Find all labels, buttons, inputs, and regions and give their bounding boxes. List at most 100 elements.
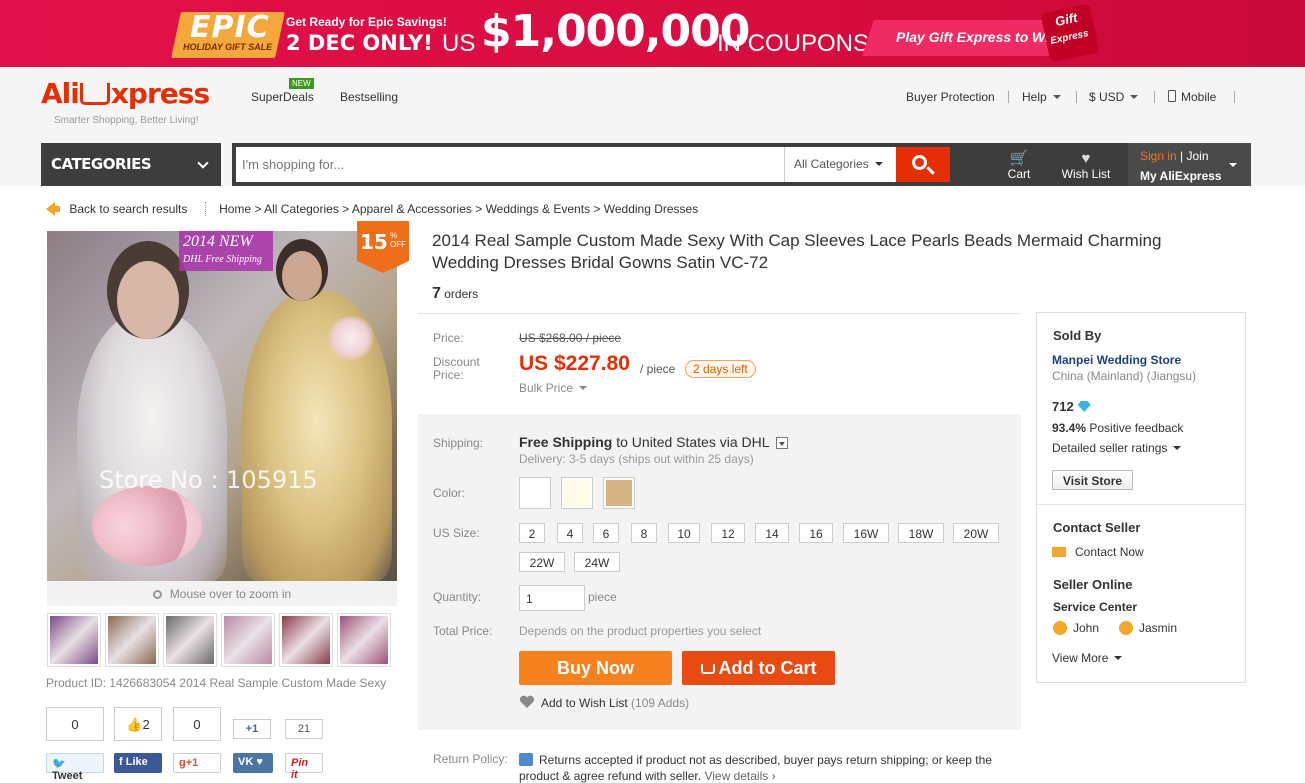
bulk-price-label: Bulk Price bbox=[519, 381, 574, 395]
like-count-value: 2 bbox=[142, 717, 150, 732]
seller-online-title: Seller Online bbox=[1053, 577, 1133, 592]
thumbnail-fill bbox=[224, 616, 272, 664]
diamond-icon bbox=[1077, 401, 1091, 412]
mobile-link[interactable]: Mobile bbox=[1168, 90, 1216, 104]
divider bbox=[1037, 504, 1245, 505]
view-details-link[interactable]: View details › bbox=[704, 769, 775, 783]
shipping-dropdown-icon[interactable] bbox=[775, 437, 788, 449]
size-option[interactable]: 12 bbox=[711, 523, 745, 543]
thumbnail-image[interactable] bbox=[105, 613, 159, 667]
size-option[interactable]: 10 bbox=[668, 523, 700, 543]
contact-now-link[interactable]: Contact Now bbox=[1052, 545, 1144, 559]
thumbnail-image[interactable] bbox=[337, 613, 391, 667]
facebook-icon: f bbox=[119, 756, 123, 768]
nav-bestselling[interactable]: Bestselling bbox=[340, 90, 398, 104]
currency-menu[interactable]: $ USD bbox=[1089, 90, 1139, 104]
search-category-select[interactable]: All Categories bbox=[784, 147, 896, 182]
gplus-button[interactable]: g+1 bbox=[173, 753, 221, 773]
size-option[interactable]: 14 bbox=[755, 523, 789, 543]
sign-in-link[interactable]: Sign in | Join bbox=[1140, 149, 1209, 163]
site-header: Ali xpress Smarter Shopping, Better Livin… bbox=[0, 67, 1305, 186]
like-button[interactable]: f Like bbox=[114, 753, 162, 773]
quantity-unit: piece bbox=[588, 590, 617, 604]
size-option[interactable]: 18W bbox=[898, 523, 944, 543]
categories-button[interactable]: CATEGORIES bbox=[41, 143, 221, 186]
seller-ratings-toggle[interactable]: Detailed seller ratings bbox=[1052, 441, 1182, 455]
vk-label: VK bbox=[238, 756, 254, 768]
product-title: 2014 Real Sample Custom Made Sexy With C… bbox=[432, 231, 1162, 272]
image-figure bbox=[282, 251, 322, 301]
breadcrumb-divider bbox=[204, 202, 206, 216]
agent-link[interactable]: John bbox=[1053, 621, 1099, 635]
size-option[interactable]: 22W bbox=[519, 552, 565, 572]
add-to-wishlist[interactable]: Add to Wish List (109 Adds) bbox=[519, 695, 689, 710]
quantity-input[interactable]: 1 bbox=[519, 585, 585, 611]
color-swatch[interactable] bbox=[519, 477, 551, 509]
color-swatch[interactable] bbox=[561, 477, 593, 509]
twitter-share[interactable]: 0 🐦 Tweet bbox=[46, 707, 104, 782]
buyer-protection-link[interactable]: Buyer Protection bbox=[906, 90, 995, 104]
ship-to-label: to United States via DHL bbox=[612, 434, 770, 450]
buy-now-button[interactable]: Buy Now bbox=[519, 651, 672, 685]
chevron-down-icon bbox=[1114, 656, 1123, 660]
contact-now-label: Contact Now bbox=[1075, 545, 1144, 559]
sign-in-label: Sign in bbox=[1140, 149, 1177, 163]
color-swatch-fill bbox=[606, 480, 632, 506]
bulk-price-toggle[interactable]: Bulk Price bbox=[519, 381, 588, 395]
add-to-cart-button[interactable]: Add to Cart bbox=[682, 651, 835, 685]
aliexpress-logo[interactable]: Ali xpress bbox=[41, 77, 210, 110]
facebook-share[interactable]: 👍2 f Like bbox=[114, 707, 162, 773]
thumbnail-fill bbox=[340, 616, 388, 664]
visit-store-button[interactable]: Visit Store bbox=[1052, 470, 1133, 490]
color-swatch[interactable] bbox=[603, 477, 635, 509]
join-label: | Join bbox=[1176, 149, 1209, 163]
size-option[interactable]: 16 bbox=[799, 523, 833, 543]
tweet-button[interactable]: 🐦 Tweet bbox=[46, 753, 104, 782]
search-button[interactable] bbox=[896, 147, 950, 182]
thumbnail-image[interactable] bbox=[47, 613, 101, 667]
nav-superdeals[interactable]: SuperDeals bbox=[251, 90, 314, 104]
pinterest-share[interactable]: 21 Pin it bbox=[273, 707, 323, 781]
search-input[interactable] bbox=[236, 147, 784, 182]
vk-share[interactable]: +1 VK ♥ bbox=[221, 707, 273, 773]
size-option[interactable]: 24W bbox=[574, 552, 620, 572]
view-more-toggle[interactable]: View More bbox=[1052, 651, 1123, 665]
thumbnail-image[interactable] bbox=[279, 613, 333, 667]
thumbnail-image[interactable] bbox=[221, 613, 275, 667]
cart-link[interactable]: 🛒 Cart bbox=[1004, 150, 1034, 182]
orders-count: 7 orders bbox=[432, 285, 478, 303]
size-option[interactable]: 8 bbox=[631, 523, 657, 543]
gplus-share[interactable]: 0 g+1 bbox=[173, 707, 221, 773]
agent-link[interactable]: Jasmin bbox=[1119, 621, 1177, 635]
pin-button[interactable]: Pin it bbox=[285, 753, 323, 781]
size-option[interactable]: 4 bbox=[557, 523, 583, 543]
product-main-image[interactable]: Store No : 105915 bbox=[47, 231, 397, 581]
vk-button[interactable]: VK ♥ bbox=[233, 753, 273, 773]
search-bar: All Categories 🛒 Cart ♥ Wish List Sign i… bbox=[232, 143, 1251, 186]
wishlist-link[interactable]: ♥ Wish List bbox=[1058, 150, 1114, 182]
size-option[interactable]: 6 bbox=[593, 523, 619, 543]
store-name-link[interactable]: Manpei Wedding Store bbox=[1052, 353, 1181, 367]
promo-coupons: IN COUPONS! bbox=[717, 30, 876, 57]
chevron-down-icon bbox=[1130, 95, 1139, 99]
size-option[interactable]: 20W bbox=[953, 523, 999, 543]
heart-icon: ♥ bbox=[1081, 150, 1091, 167]
cart-icon: 🛒 bbox=[1009, 150, 1029, 167]
size-option[interactable]: 2 bbox=[519, 523, 545, 543]
thumbnail-image[interactable] bbox=[163, 613, 217, 667]
zoom-hint: Mouse over to zoom in bbox=[47, 581, 397, 606]
discount-percent: % bbox=[390, 231, 398, 240]
promo-banner[interactable]: EPIC HOLIDAY GIFT SALE Get Ready for Epi… bbox=[0, 0, 1305, 67]
size-option[interactable]: 16W bbox=[843, 523, 889, 543]
price-unit: / piece bbox=[640, 362, 676, 376]
quantity-label: Quantity: bbox=[433, 590, 482, 604]
account-menu[interactable]: Sign in | Join My AliExpress bbox=[1128, 143, 1251, 186]
image-figure bbox=[117, 261, 179, 339]
pin-count: 21 bbox=[285, 719, 323, 739]
shipping-label: Shipping: bbox=[433, 436, 484, 450]
help-menu[interactable]: Help bbox=[1022, 90, 1061, 104]
back-to-results-link[interactable]: Back to search results bbox=[69, 202, 187, 216]
breadcrumb-path[interactable]: Home > All Categories > Apparel & Access… bbox=[219, 202, 698, 216]
gplus-count: 0 bbox=[173, 707, 221, 741]
divider bbox=[418, 313, 1021, 314]
